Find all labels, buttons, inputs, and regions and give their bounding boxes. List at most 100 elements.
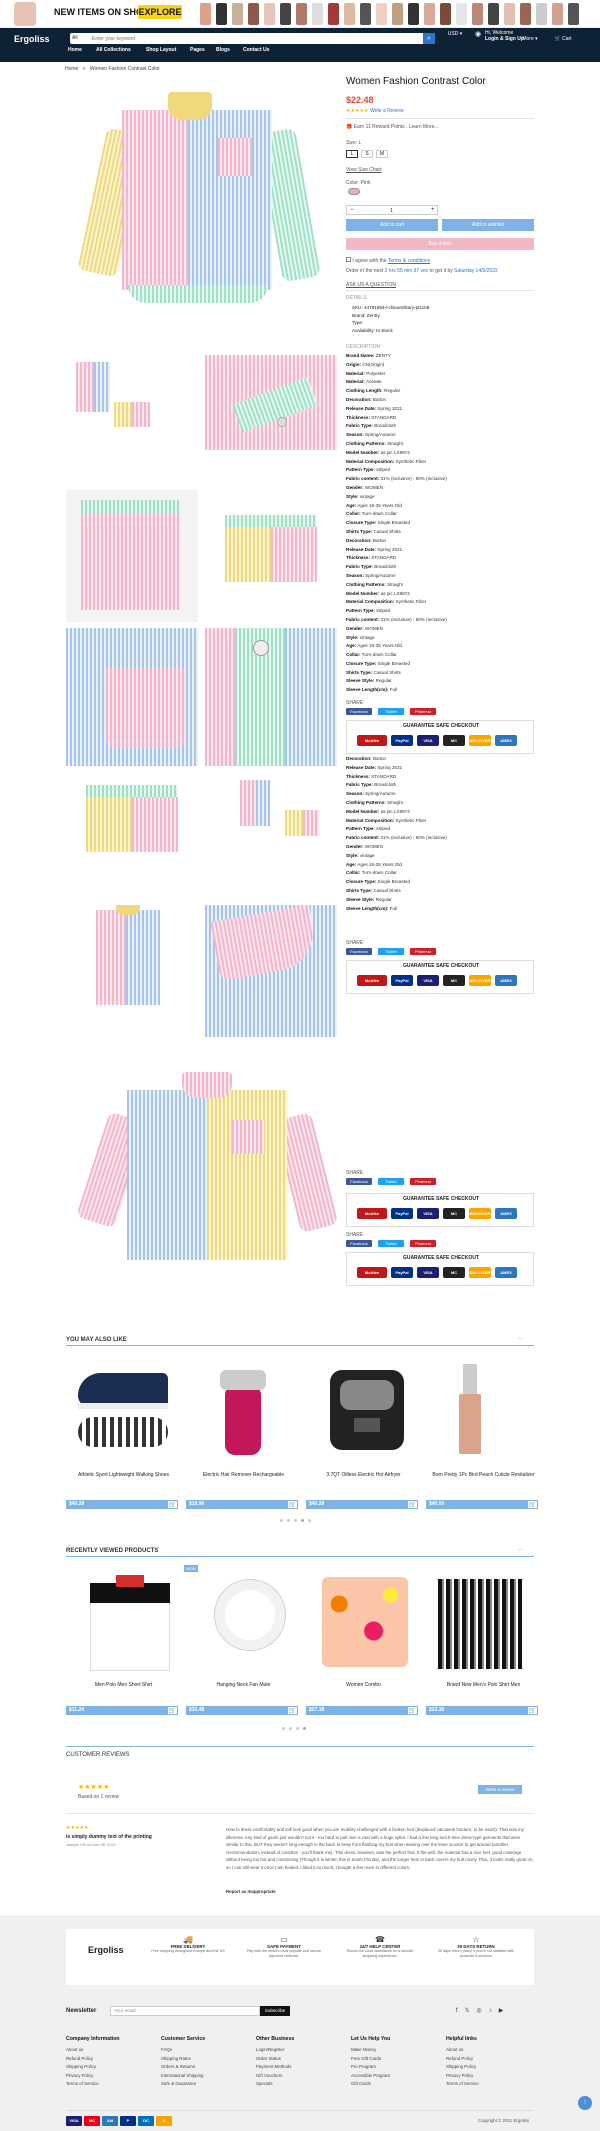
size-option-m[interactable]: M — [376, 150, 388, 158]
add-to-cart-icon[interactable]: 🛒 — [407, 1706, 418, 1715]
twitter-share-button[interactable]: Twitter — [378, 708, 404, 715]
product-name[interactable]: Brand New Men's Polo Shirt Men — [426, 1682, 541, 1688]
also-like-arrows[interactable]: ‹ › — [518, 1336, 523, 1342]
qty-minus-button[interactable]: − — [350, 207, 354, 213]
facebook-share-button[interactable]: Facebook — [346, 948, 372, 955]
color-swatch-pink[interactable] — [348, 188, 360, 195]
currency-select[interactable]: USD ▾ — [445, 31, 465, 37]
gallery-image-collar[interactable] — [205, 904, 337, 1037]
quantity-stepper[interactable]: − 1 + — [346, 205, 438, 215]
gallery-image-set[interactable] — [205, 770, 337, 865]
newsletter-email-input[interactable]: Your email — [110, 2006, 260, 2016]
also-like-pagination[interactable] — [278, 1518, 313, 1524]
recent-pagination[interactable] — [280, 1726, 308, 1732]
product-image-airfryer[interactable] — [310, 1360, 420, 1460]
product-name[interactable]: Born Pretty 1Pc Bird Peach Cuticle Revit… — [426, 1472, 541, 1478]
terms-checkbox[interactable] — [346, 257, 351, 262]
product-image-neck-fan[interactable] — [200, 1570, 300, 1670]
footer-link[interactable]: Terms of Service — [66, 2080, 99, 2089]
footer-link[interactable]: Orders & Returns — [161, 2063, 195, 2072]
footer-link[interactable]: Safe & Guarantee — [161, 2080, 196, 2089]
nav-shop-layout[interactable]: Shop Layout — [146, 47, 176, 53]
facebook-share-button[interactable]: Facebook — [346, 1240, 372, 1247]
footer-link[interactable]: Accessible Program — [351, 2072, 390, 2081]
pinterest-share-button[interactable]: Pinterest — [410, 948, 436, 955]
footer-link[interactable]: Privacy Policy — [66, 2072, 93, 2081]
gallery-image-front[interactable] — [66, 905, 198, 1015]
recent-arrows[interactable]: ‹ › — [518, 1547, 523, 1553]
footer-link[interactable]: About us — [66, 2046, 83, 2055]
product-name[interactable]: Women Combo — [306, 1682, 421, 1688]
footer-link[interactable]: Pro Program — [351, 2063, 376, 2072]
search-category-select[interactable]: All — [72, 35, 88, 42]
size-option-s[interactable]: S — [361, 150, 373, 158]
scroll-top-button[interactable]: ↑ — [578, 2096, 592, 2110]
add-to-cart-icon[interactable]: 🛒 — [407, 1500, 418, 1509]
gallery-image-shorts[interactable] — [205, 510, 337, 600]
site-logo[interactable]: Ergoliss — [14, 34, 50, 44]
main-product-image[interactable] — [77, 80, 330, 320]
gallery-image-large[interactable] — [75, 1060, 339, 1270]
product-name[interactable]: Men Polo Men Short Shirt — [66, 1682, 181, 1688]
write-review-link[interactable]: Write a Review — [370, 108, 404, 114]
facebook-share-button[interactable]: Facebook — [346, 1178, 372, 1185]
nav-home[interactable]: Home — [68, 47, 82, 53]
product-image-shoes[interactable] — [70, 1365, 180, 1455]
footer-link[interactable]: Shipping Rates — [161, 2055, 191, 2064]
product-image-women-combo[interactable] — [310, 1565, 420, 1675]
gallery-image-button[interactable] — [205, 628, 337, 766]
footer-link[interactable]: Order Status — [256, 2055, 281, 2064]
reward-points[interactable]: 🎁 Earn 11 Reward Points . Learn More... — [346, 124, 439, 130]
gallery-image-pocket[interactable] — [66, 628, 198, 766]
buy-now-button[interactable]: Buy it now — [346, 238, 534, 250]
product-image-polo[interactable] — [80, 1565, 180, 1675]
nav-contact-us[interactable]: Contact Us — [243, 47, 269, 53]
ask-question-link[interactable]: ASK US A QUESTION — [346, 282, 396, 288]
breadcrumb-home[interactable]: Home — [65, 66, 78, 72]
pinterest-share-button[interactable]: Pinterest — [410, 1240, 436, 1247]
cart-button[interactable]: 🛒 Cart — [548, 36, 578, 42]
add-to-cart-button[interactable]: Add to cart — [346, 219, 438, 231]
add-to-wishlist-button[interactable]: Add to wishlist — [442, 219, 534, 231]
gallery-image-waistband[interactable] — [66, 490, 198, 622]
qty-value[interactable]: 1 — [390, 208, 393, 214]
account-icon[interactable]: ◉ — [472, 30, 484, 38]
write-review-button[interactable]: Write a review — [478, 1785, 522, 1794]
footer-link[interactable]: Free Gift Cards — [351, 2055, 381, 2064]
report-link[interactable]: Report as Inappropriate — [226, 1889, 276, 1894]
add-to-cart-icon[interactable]: 🛒 — [287, 1706, 298, 1715]
product-image-hair-remover[interactable] — [190, 1365, 300, 1465]
gallery-image-cuff[interactable] — [205, 355, 337, 450]
twitter-share-button[interactable]: Twitter — [378, 1178, 404, 1185]
twitter-share-button[interactable]: Twitter — [378, 1240, 404, 1247]
qty-plus-button[interactable]: + — [431, 207, 435, 213]
footer-link[interactable]: Specials — [256, 2080, 273, 2089]
size-chart-link[interactable]: View Size Chart — [346, 167, 381, 173]
explore-button[interactable]: EXPLORE — [138, 5, 182, 19]
footer-link[interactable]: Payment Methods — [256, 2063, 291, 2072]
add-to-cart-icon[interactable]: 🛒 — [527, 1500, 538, 1509]
more-menu[interactable]: More ▾ — [518, 36, 542, 42]
footer-link[interactable]: Login/Register — [256, 2046, 284, 2055]
footer-link[interactable]: Shipping Policy — [446, 2063, 476, 2072]
footer-link[interactable]: Shipping Policy — [66, 2063, 96, 2072]
footer-link[interactable]: Terms of Service — [446, 2080, 479, 2089]
footer-link[interactable]: Make Money — [351, 2046, 376, 2055]
search-button[interactable]: ⌕ — [423, 33, 435, 44]
size-option-l[interactable]: L — [346, 150, 358, 158]
pinterest-share-button[interactable]: Pinterest — [410, 708, 436, 715]
facebook-share-button[interactable]: Facebook — [346, 708, 372, 715]
footer-link[interactable]: Gift Cards — [351, 2080, 371, 2089]
product-name[interactable]: Athletic Sport Lightweight Walking Shoes — [66, 1472, 181, 1478]
add-to-cart-icon[interactable]: 🛒 — [167, 1706, 178, 1715]
product-name[interactable]: Hanging Neck Fan Mute — [186, 1682, 301, 1688]
footer-link[interactable]: Refund Policy — [66, 2055, 93, 2064]
product-name[interactable]: Electric Hair Remover Rechargeable — [186, 1472, 301, 1478]
nav-pages[interactable]: Pages — [190, 47, 205, 53]
nav-blogs[interactable]: Blogs — [216, 47, 230, 53]
promo-banner[interactable]: NEW ITEMS ON SHOP EXPLORE — [0, 0, 600, 28]
add-to-cart-icon[interactable]: 🛒 — [527, 1706, 538, 1715]
social-icons[interactable]: f𝕏◎♪▶ — [456, 2007, 510, 2014]
footer-link[interactable]: About us — [446, 2046, 463, 2055]
footer-link[interactable]: Privacy Policy — [446, 2072, 473, 2081]
